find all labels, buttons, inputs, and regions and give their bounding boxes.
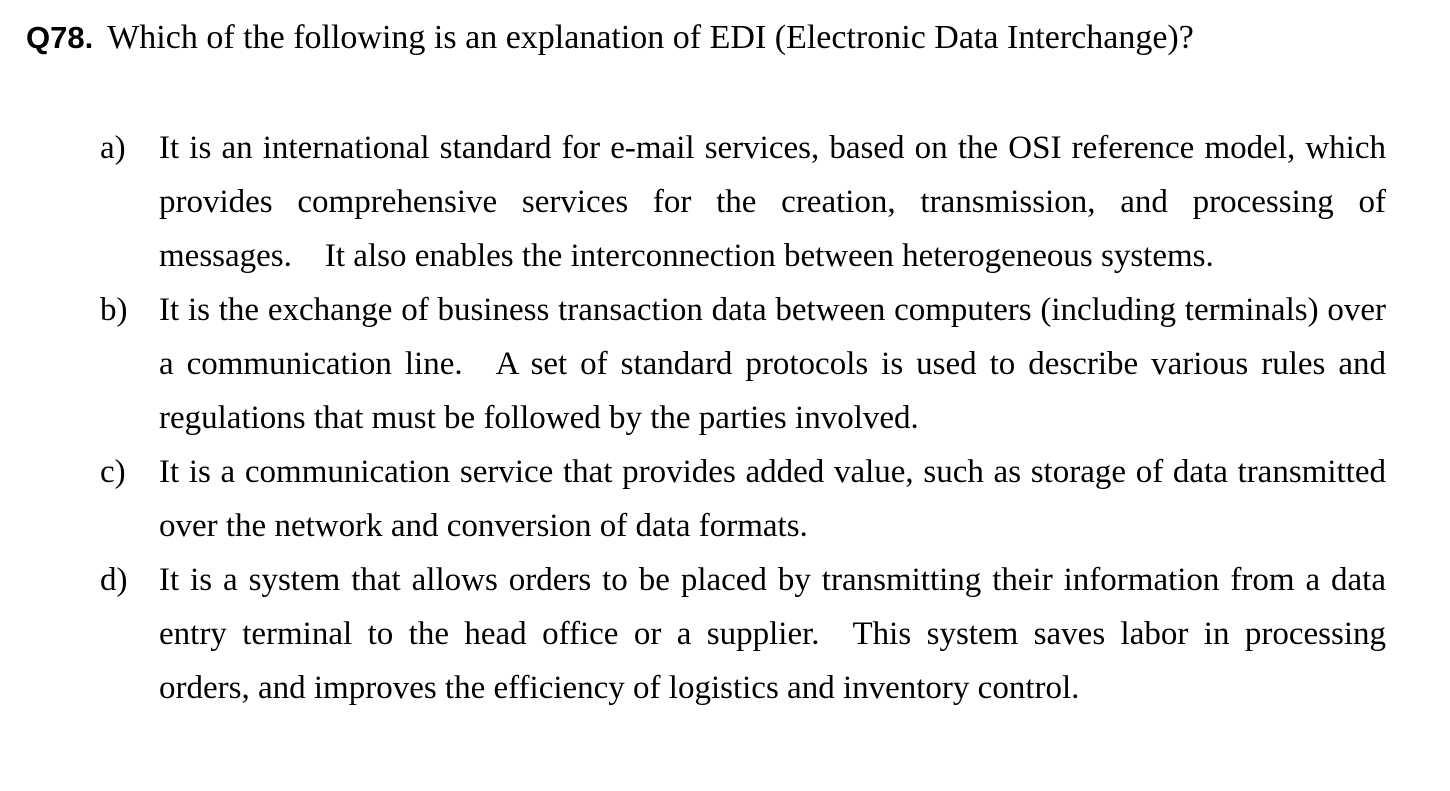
question-number: Q78.: [26, 20, 94, 55]
option-c-text: It is a communication service that provi…: [159, 454, 1386, 544]
option-b: b) It is the exchange of business transa…: [100, 283, 1386, 445]
question-text: Which of the following is an explanation…: [107, 19, 1194, 56]
question-heading: Q78. Which of the following is an explana…: [26, 16, 1426, 66]
option-a-label: a): [100, 130, 126, 166]
option-d-text: It is a system that allows orders to be …: [159, 562, 1386, 706]
option-b-text: It is the exchange of business transacti…: [159, 292, 1386, 436]
option-a-text: It is an international standard for e-ma…: [159, 130, 1386, 274]
option-b-label: b): [100, 292, 128, 328]
option-c-label: c): [100, 454, 126, 490]
option-d: d) It is a system that allows orders to …: [100, 553, 1386, 715]
option-d-label: d): [100, 562, 128, 598]
answer-options-list: a) It is an international standard for e…: [100, 121, 1386, 715]
option-c: c) It is a communication service that pr…: [100, 445, 1386, 553]
option-a: a) It is an international standard for e…: [100, 121, 1386, 283]
